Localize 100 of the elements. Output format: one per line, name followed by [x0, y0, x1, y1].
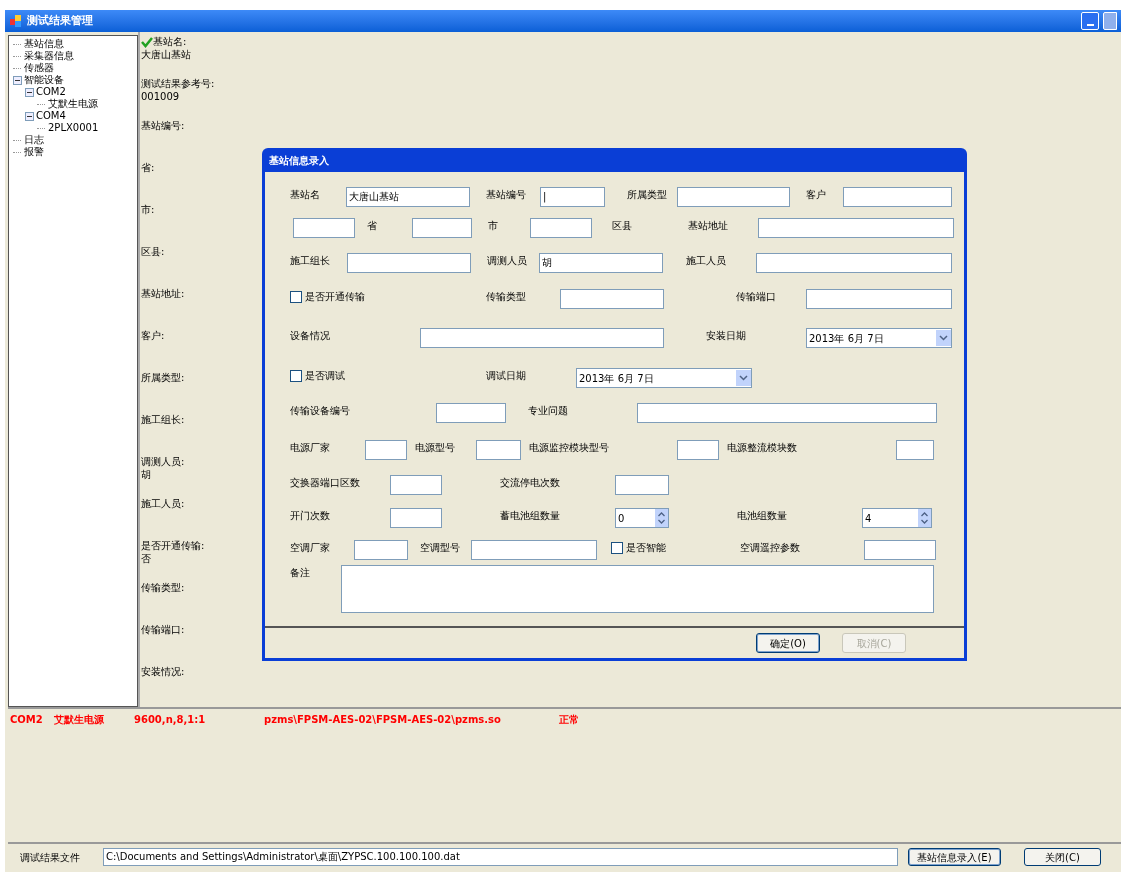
collapse-icon[interactable] — [13, 75, 22, 85]
text-field[interactable] — [471, 540, 597, 560]
checkbox-label: 是否开通传输 — [305, 290, 365, 304]
detail-value: 否 — [141, 552, 152, 565]
log-text: COM2 — [10, 713, 44, 727]
field-label: 电源型号 — [415, 441, 456, 455]
text-field[interactable]: | — [540, 187, 605, 207]
field-label: 市 — [488, 219, 499, 233]
field-label: 专业问题 — [528, 404, 569, 418]
field-label: 基站地址 — [688, 219, 729, 233]
tree-item[interactable]: 艾默生电源 — [48, 98, 98, 110]
text-field[interactable] — [677, 440, 719, 460]
text-field[interactable] — [637, 403, 937, 423]
log-text: 9600,n,8,1:1 — [134, 713, 207, 727]
checkbox[interactable] — [290, 369, 302, 382]
field-label: 开门次数 — [290, 509, 331, 523]
dialog-open-button[interactable]: 基站信息录入(E) — [908, 848, 1001, 866]
text-field[interactable] — [390, 508, 442, 528]
text-field[interactable] — [412, 218, 472, 238]
text-field[interactable] — [293, 218, 355, 238]
text-field[interactable] — [354, 540, 408, 560]
tree-item[interactable]: COM4 — [36, 110, 66, 122]
detail-value: 001009 — [141, 90, 181, 103]
field-label: 电池组数量 — [737, 509, 788, 523]
detail-label: 调测人员: — [141, 455, 185, 468]
minimize-button[interactable] — [1081, 12, 1099, 30]
field-label: 空调型号 — [420, 541, 461, 555]
maximize-button[interactable] — [1103, 12, 1117, 30]
field-label: 传输类型 — [486, 290, 527, 304]
detail-label: 市: — [141, 203, 155, 216]
detail-label: 所属类型: — [141, 371, 185, 384]
number-spinner[interactable]: 0 — [615, 508, 669, 528]
tree-item[interactable]: 报警 — [24, 146, 44, 158]
text-field[interactable] — [756, 253, 952, 273]
field-label: 安装日期 — [706, 329, 747, 343]
field-label: 施工组长 — [290, 254, 331, 268]
field-label: 电源整流模块数 — [727, 441, 798, 455]
field-label: 传输设备编号 — [290, 404, 351, 418]
app-icon — [9, 14, 23, 28]
date-picker[interactable]: 2013年 6月 7日 — [576, 368, 752, 388]
text-field[interactable] — [436, 403, 506, 423]
spin-arrows-icon — [655, 509, 668, 527]
close-button[interactable]: 关闭(C) — [1024, 848, 1101, 866]
dropdown-icon — [936, 330, 951, 346]
field-label: 设备情况 — [290, 329, 331, 343]
collapse-icon[interactable] — [25, 87, 34, 97]
text-field[interactable] — [560, 289, 664, 309]
detail-label: 基站名: — [153, 35, 187, 48]
text-field[interactable] — [806, 289, 952, 309]
field-label: 调测人员 — [487, 254, 528, 268]
text-field[interactable] — [347, 253, 471, 273]
detail-value: 胡 — [141, 468, 152, 481]
checkbox[interactable] — [290, 290, 302, 303]
date-picker[interactable]: 2013年 6月 7日 — [806, 328, 952, 348]
number-spinner[interactable]: 4 — [862, 508, 932, 528]
field-label: 所属类型 — [627, 188, 668, 202]
text-field[interactable]: 大唐山基站 — [346, 187, 470, 207]
file-path-field[interactable]: C:\Documents and Settings\Administrator\桌面\ZYPSC.100.100.100.dat — [103, 848, 898, 866]
tree-item[interactable]: 传感器 — [24, 62, 54, 74]
tree-item[interactable]: 采集器信息 — [24, 50, 74, 62]
tree-item[interactable]: 日志 — [24, 134, 44, 146]
detail-label: 测试结果参考号: — [141, 77, 215, 90]
tree-item[interactable]: 智能设备 — [24, 74, 64, 86]
checkbox[interactable] — [611, 541, 623, 554]
text-field[interactable] — [843, 187, 952, 207]
text-field[interactable] — [530, 218, 592, 238]
collapse-icon[interactable] — [25, 111, 34, 121]
field-label: 施工人员 — [686, 254, 727, 268]
detail-label: 施工人员: — [141, 497, 185, 510]
text-field[interactable] — [420, 328, 664, 348]
text-field[interactable] — [390, 475, 442, 495]
text-field[interactable]: 胡 — [539, 253, 663, 273]
detail-label: 是否开通传输: — [141, 539, 205, 552]
spin-arrows-icon — [918, 509, 931, 527]
checkbox-label: 是否智能 — [626, 541, 666, 555]
detail-label: 施工组长: — [141, 413, 185, 426]
text-field[interactable] — [677, 187, 790, 207]
tree-item[interactable]: 2PLX0001 — [48, 122, 99, 134]
dialog-button[interactable]: 确定(O) — [756, 633, 820, 653]
field-label: 基站名 — [290, 188, 321, 202]
dropdown-icon — [736, 370, 751, 386]
field-label: 传输端口 — [736, 290, 777, 304]
field-label: 备注 — [290, 566, 311, 580]
text-field[interactable] — [615, 475, 669, 495]
log-text: 艾默生电源 — [54, 713, 105, 727]
field-label: 区县 — [612, 219, 633, 233]
text-field[interactable] — [758, 218, 954, 238]
field-label: 空调厂家 — [290, 541, 331, 555]
detail-label: 基站地址: — [141, 287, 185, 300]
detail-label: 省: — [141, 161, 155, 174]
text-field[interactable] — [476, 440, 521, 460]
field-label: 客户 — [806, 188, 827, 202]
text-field[interactable] — [365, 440, 407, 460]
field-label: 调试结果文件 — [20, 850, 81, 865]
text-field[interactable] — [896, 440, 934, 460]
tree-item[interactable]: COM2 — [36, 86, 66, 98]
field-label: 蓄电池组数量 — [500, 509, 561, 523]
remarks-field[interactable] — [341, 565, 934, 613]
tree-item[interactable]: 基站信息 — [24, 38, 64, 50]
text-field[interactable] — [864, 540, 936, 560]
